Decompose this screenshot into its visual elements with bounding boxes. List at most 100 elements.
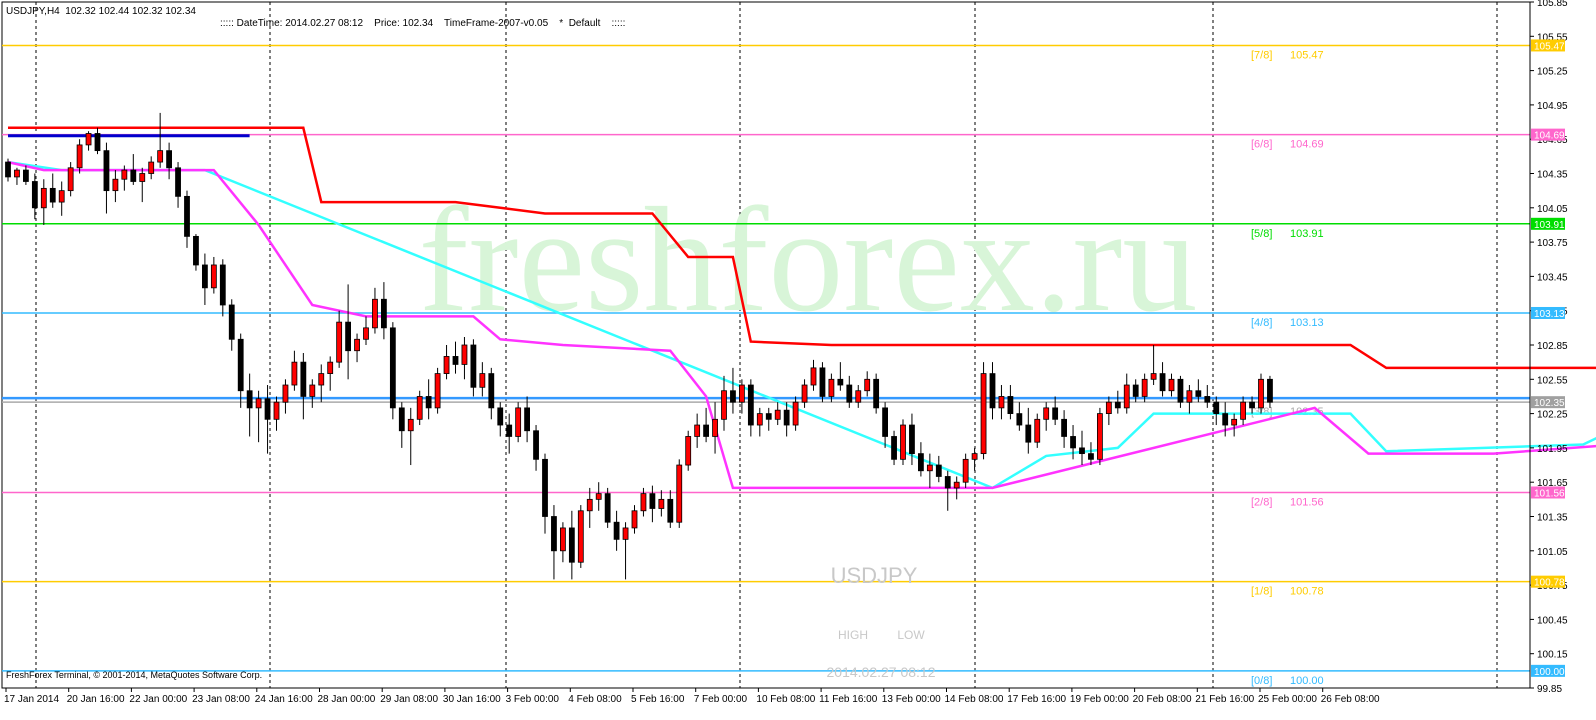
indicator-info-line: ::::: DateTime: 2014.02.27 08:12 Price: … (220, 18, 626, 29)
murrey-level-value: 105.47 (1290, 49, 1324, 61)
candle-body (237, 338, 244, 392)
candle-body (1240, 401, 1246, 420)
candle-body (971, 453, 978, 460)
candle-body (1159, 373, 1166, 392)
price-tick-label: 103.45 (1537, 272, 1568, 283)
murrey-level-label: [7/8] (1251, 49, 1272, 61)
candle-body (730, 390, 736, 403)
candle-body (1097, 413, 1103, 460)
candle-body (560, 527, 566, 552)
candle-body (85, 133, 92, 146)
time-tick-label: 5 Feb 16:00 (631, 694, 685, 705)
candle-body (416, 396, 423, 420)
candle-body (551, 516, 557, 552)
candle-body (640, 493, 647, 512)
candle-body (201, 264, 208, 289)
candle (577, 505, 584, 568)
candle-body (443, 356, 450, 374)
candle-body (1052, 407, 1059, 420)
candle-body (327, 361, 334, 374)
candle-body (756, 413, 763, 426)
time-tick-label: 26 Feb 08:00 (1321, 694, 1380, 705)
candle-body (721, 390, 727, 420)
price-tag-label: 103.13 (1534, 309, 1565, 320)
price-tick-label: 102.85 (1537, 341, 1568, 352)
candle-body (676, 464, 683, 523)
price-tag-label: 100.00 (1534, 667, 1565, 678)
time-tick-label: 7 Feb 00:00 (694, 694, 748, 705)
candle-body (139, 173, 146, 182)
candle-body (273, 401, 280, 420)
candle (685, 430, 692, 471)
candle-body (488, 373, 495, 409)
candle-body (631, 510, 638, 529)
candle-body (1034, 418, 1041, 443)
candle-body (148, 161, 155, 174)
candle-body (926, 464, 933, 472)
time-tick-label: 19 Feb 00:00 (1070, 694, 1129, 705)
candle (434, 367, 441, 414)
murrey-level-label: [6/8] (1251, 139, 1272, 151)
candle-body (1079, 447, 1085, 455)
candle-body (712, 418, 718, 437)
candle (515, 402, 522, 443)
candle-body (309, 384, 316, 397)
price-tick-label: 100.45 (1537, 615, 1568, 626)
candle-body (175, 167, 181, 197)
candle-body (864, 378, 871, 392)
candle-body (774, 409, 781, 420)
candle-body (810, 367, 817, 386)
candle-body (1061, 418, 1067, 437)
candle-body (900, 424, 906, 460)
price-chart[interactable]: freshforex.ru [7/8] 105.47 [6/8] 104.69 [5/8… (0, 0, 1596, 720)
candle-body (1141, 378, 1148, 397)
time-tick-label: 23 Jan 08:00 (192, 694, 250, 705)
candle-body (112, 178, 119, 192)
time-tick-label: 13 Feb 00:00 (882, 694, 941, 705)
candle-body (604, 493, 611, 523)
candle-body (577, 510, 584, 563)
candle-body (855, 390, 862, 403)
candle-body (703, 424, 709, 437)
candle-body (372, 298, 378, 329)
candle-body (962, 458, 969, 483)
candle-body (58, 190, 65, 203)
candle-body (103, 150, 110, 192)
price-tag-label: 101.56 (1534, 488, 1565, 499)
candle-body (5, 161, 11, 178)
candle-body (1123, 384, 1130, 409)
candle-body (801, 384, 808, 403)
time-tick-label: 29 Jan 08:00 (380, 694, 438, 705)
candle-body (953, 481, 960, 489)
murrey-level-value: 101.56 (1290, 496, 1324, 508)
price-tick-label: 104.35 (1537, 170, 1568, 181)
candle-body (318, 373, 325, 386)
overlay-low-label: LOW (897, 628, 925, 642)
candle-body (255, 398, 262, 409)
candle-body (891, 436, 897, 460)
candle-body (49, 187, 56, 203)
candle-body (300, 361, 307, 397)
candle-body (783, 409, 790, 426)
candle-body (389, 327, 396, 409)
candle-body (121, 169, 128, 180)
candle-body (1267, 378, 1273, 403)
candle-body (157, 150, 164, 163)
time-tick-label: 22 Jan 00:00 (129, 694, 187, 705)
candle (1258, 373, 1264, 414)
candle-body (291, 361, 298, 386)
candle-body (649, 493, 656, 509)
time-tick-label: 17 Jan 2014 (4, 694, 59, 705)
candle-body (282, 384, 289, 403)
candle-body (461, 344, 468, 365)
candle-body (694, 424, 701, 437)
candle-body (470, 344, 477, 388)
candle (873, 373, 880, 414)
candle-body (345, 321, 352, 352)
candle-body (542, 458, 548, 517)
time-tick-label: 28 Jan 00:00 (318, 694, 376, 705)
overlay-high-label: HIGH (838, 628, 868, 642)
chart-symbol-header: USDJPY,H4 102.32 102.44 102.32 102.34 (6, 6, 196, 17)
candle-body (407, 418, 414, 432)
candle-body (1213, 401, 1220, 414)
